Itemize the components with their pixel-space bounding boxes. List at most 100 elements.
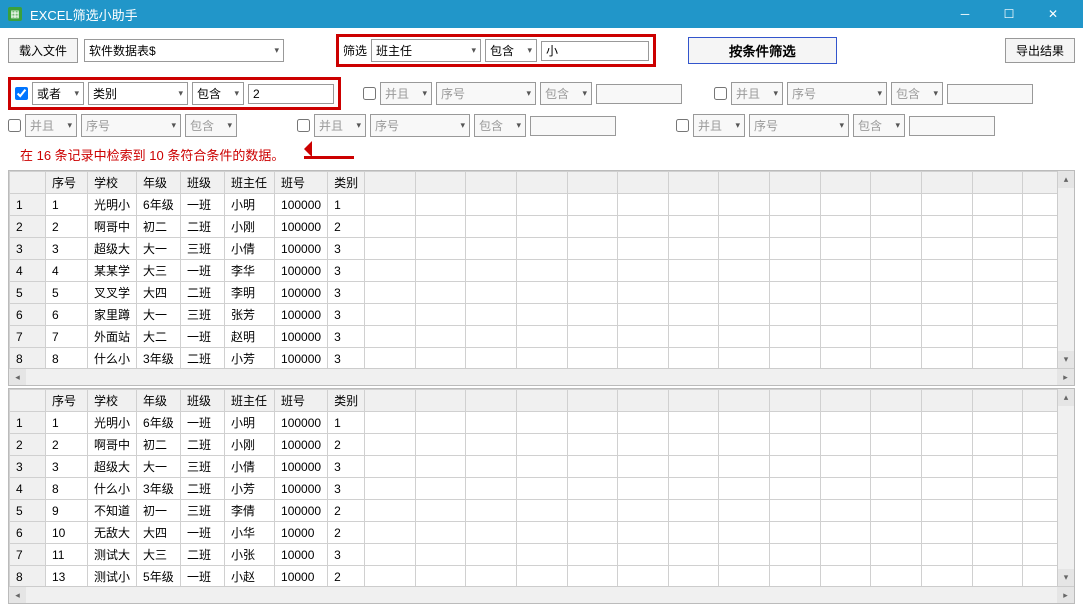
table-row[interactable]: 610无敌大大四一班小华100002: [10, 522, 1074, 544]
logic-dropdown-3[interactable]: 并且▾: [731, 82, 783, 105]
cell[interactable]: 3: [328, 282, 365, 304]
scrollbar-vertical[interactable]: ▴ ▾: [1057, 389, 1074, 586]
scroll-up-icon[interactable]: ▴: [1058, 171, 1074, 188]
cell[interactable]: 6年级: [137, 194, 181, 216]
cell[interactable]: 100000: [275, 326, 328, 348]
scroll-right-icon[interactable]: ▸: [1057, 369, 1074, 385]
load-file-button[interactable]: 载入文件: [8, 38, 78, 63]
op-dropdown-5[interactable]: 包含▾: [474, 114, 526, 137]
cell[interactable]: 不知道: [88, 500, 137, 522]
cell[interactable]: 3: [328, 260, 365, 282]
cell[interactable]: 10: [46, 522, 88, 544]
cell[interactable]: 1: [328, 194, 365, 216]
row-header[interactable]: 4: [10, 260, 46, 282]
cell[interactable]: 啊哥中: [88, 434, 137, 456]
field-dropdown-3[interactable]: 序号▾: [787, 82, 887, 105]
column-header[interactable]: 年级: [137, 390, 181, 412]
cell[interactable]: 大一: [137, 304, 181, 326]
cell[interactable]: 5年级: [137, 566, 181, 588]
cell[interactable]: 1: [328, 412, 365, 434]
cell[interactable]: 李明: [225, 282, 275, 304]
cell[interactable]: 小芳: [225, 478, 275, 500]
export-button[interactable]: 导出结果: [1005, 38, 1075, 63]
logic-dropdown-5[interactable]: 并且▾: [314, 114, 366, 137]
cell[interactable]: 什么小: [88, 478, 137, 500]
cell[interactable]: 一班: [181, 522, 225, 544]
value-input-2[interactable]: [596, 84, 682, 104]
cell[interactable]: 3: [328, 348, 365, 370]
cell[interactable]: 3: [328, 456, 365, 478]
row-header[interactable]: 4: [10, 478, 46, 500]
cell[interactable]: 初一: [137, 500, 181, 522]
cell[interactable]: 张芳: [225, 304, 275, 326]
row-header[interactable]: 3: [10, 456, 46, 478]
cell[interactable]: 什么小: [88, 348, 137, 370]
cell[interactable]: 超级大: [88, 456, 137, 478]
column-header[interactable]: 年级: [137, 172, 181, 194]
scroll-left-icon[interactable]: ◂: [9, 369, 26, 385]
cell[interactable]: 小华: [225, 522, 275, 544]
filter-value-input[interactable]: [541, 41, 649, 61]
column-header[interactable]: 班级: [181, 172, 225, 194]
value-input-6[interactable]: [909, 116, 995, 136]
cell[interactable]: 3: [328, 544, 365, 566]
cell[interactable]: 5: [46, 282, 88, 304]
cell[interactable]: 100000: [275, 304, 328, 326]
table-row[interactable]: 22啊哥中初二二班小刚1000002: [10, 434, 1074, 456]
cell[interactable]: 初二: [137, 434, 181, 456]
cell[interactable]: 100000: [275, 282, 328, 304]
column-header[interactable]: 类别: [328, 172, 365, 194]
row-header[interactable]: 7: [10, 326, 46, 348]
table-row[interactable]: 55叉叉学大四二班李明1000003: [10, 282, 1074, 304]
cell[interactable]: 一班: [181, 412, 225, 434]
cell[interactable]: 一班: [181, 260, 225, 282]
logic-dropdown-1[interactable]: 或者▾: [32, 82, 84, 105]
cell[interactable]: 家里蹲: [88, 304, 137, 326]
cell[interactable]: 一班: [181, 326, 225, 348]
scrollbar-horizontal[interactable]: ◂ ▸: [9, 586, 1074, 603]
cell[interactable]: 100000: [275, 500, 328, 522]
table-row[interactable]: 66家里蹲大一三班张芳1000003: [10, 304, 1074, 326]
cell[interactable]: 2: [328, 522, 365, 544]
cell[interactable]: 小张: [225, 544, 275, 566]
cell[interactable]: 100000: [275, 348, 328, 370]
cell[interactable]: 小倩: [225, 238, 275, 260]
value-input-1[interactable]: [248, 84, 334, 104]
maximize-button[interactable]: ☐: [987, 0, 1031, 28]
scroll-down-icon[interactable]: ▾: [1058, 351, 1074, 368]
op-dropdown-2[interactable]: 包含▾: [540, 82, 592, 105]
cell[interactable]: 11: [46, 544, 88, 566]
cell[interactable]: 测试大: [88, 544, 137, 566]
cell[interactable]: 100000: [275, 216, 328, 238]
cell[interactable]: 10000: [275, 566, 328, 588]
cell[interactable]: 小赵: [225, 566, 275, 588]
cell[interactable]: 3: [328, 238, 365, 260]
logic-dropdown-6[interactable]: 并且▾: [693, 114, 745, 137]
cell[interactable]: 李倩: [225, 500, 275, 522]
cell[interactable]: 100000: [275, 456, 328, 478]
cell[interactable]: 大四: [137, 522, 181, 544]
cell[interactable]: 二班: [181, 478, 225, 500]
logic-dropdown-4[interactable]: 并且▾: [25, 114, 77, 137]
logic-checkbox-4[interactable]: [8, 119, 21, 132]
cell[interactable]: 大三: [137, 260, 181, 282]
field-dropdown-2[interactable]: 序号▾: [436, 82, 536, 105]
field-dropdown-4[interactable]: 序号▾: [81, 114, 181, 137]
cell[interactable]: 超级大: [88, 238, 137, 260]
row-header[interactable]: 6: [10, 304, 46, 326]
logic-checkbox-2[interactable]: [363, 87, 376, 100]
cell[interactable]: 某某学: [88, 260, 137, 282]
table-row[interactable]: 813测试小5年级一班小赵100002: [10, 566, 1074, 588]
scrollbar-horizontal[interactable]: ◂ ▸: [9, 368, 1074, 385]
row-header[interactable]: 8: [10, 348, 46, 370]
table-row[interactable]: 33超级大大一三班小倩1000003: [10, 238, 1074, 260]
row-header[interactable]: 5: [10, 282, 46, 304]
cell[interactable]: 无敌大: [88, 522, 137, 544]
op-dropdown-1[interactable]: 包含▾: [192, 82, 244, 105]
cell[interactable]: 赵明: [225, 326, 275, 348]
scroll-down-icon[interactable]: ▾: [1058, 569, 1074, 586]
filter-field-dropdown[interactable]: 班主任▾: [371, 39, 481, 62]
cell[interactable]: 100000: [275, 260, 328, 282]
cell[interactable]: 100000: [275, 478, 328, 500]
column-header[interactable]: 学校: [88, 172, 137, 194]
